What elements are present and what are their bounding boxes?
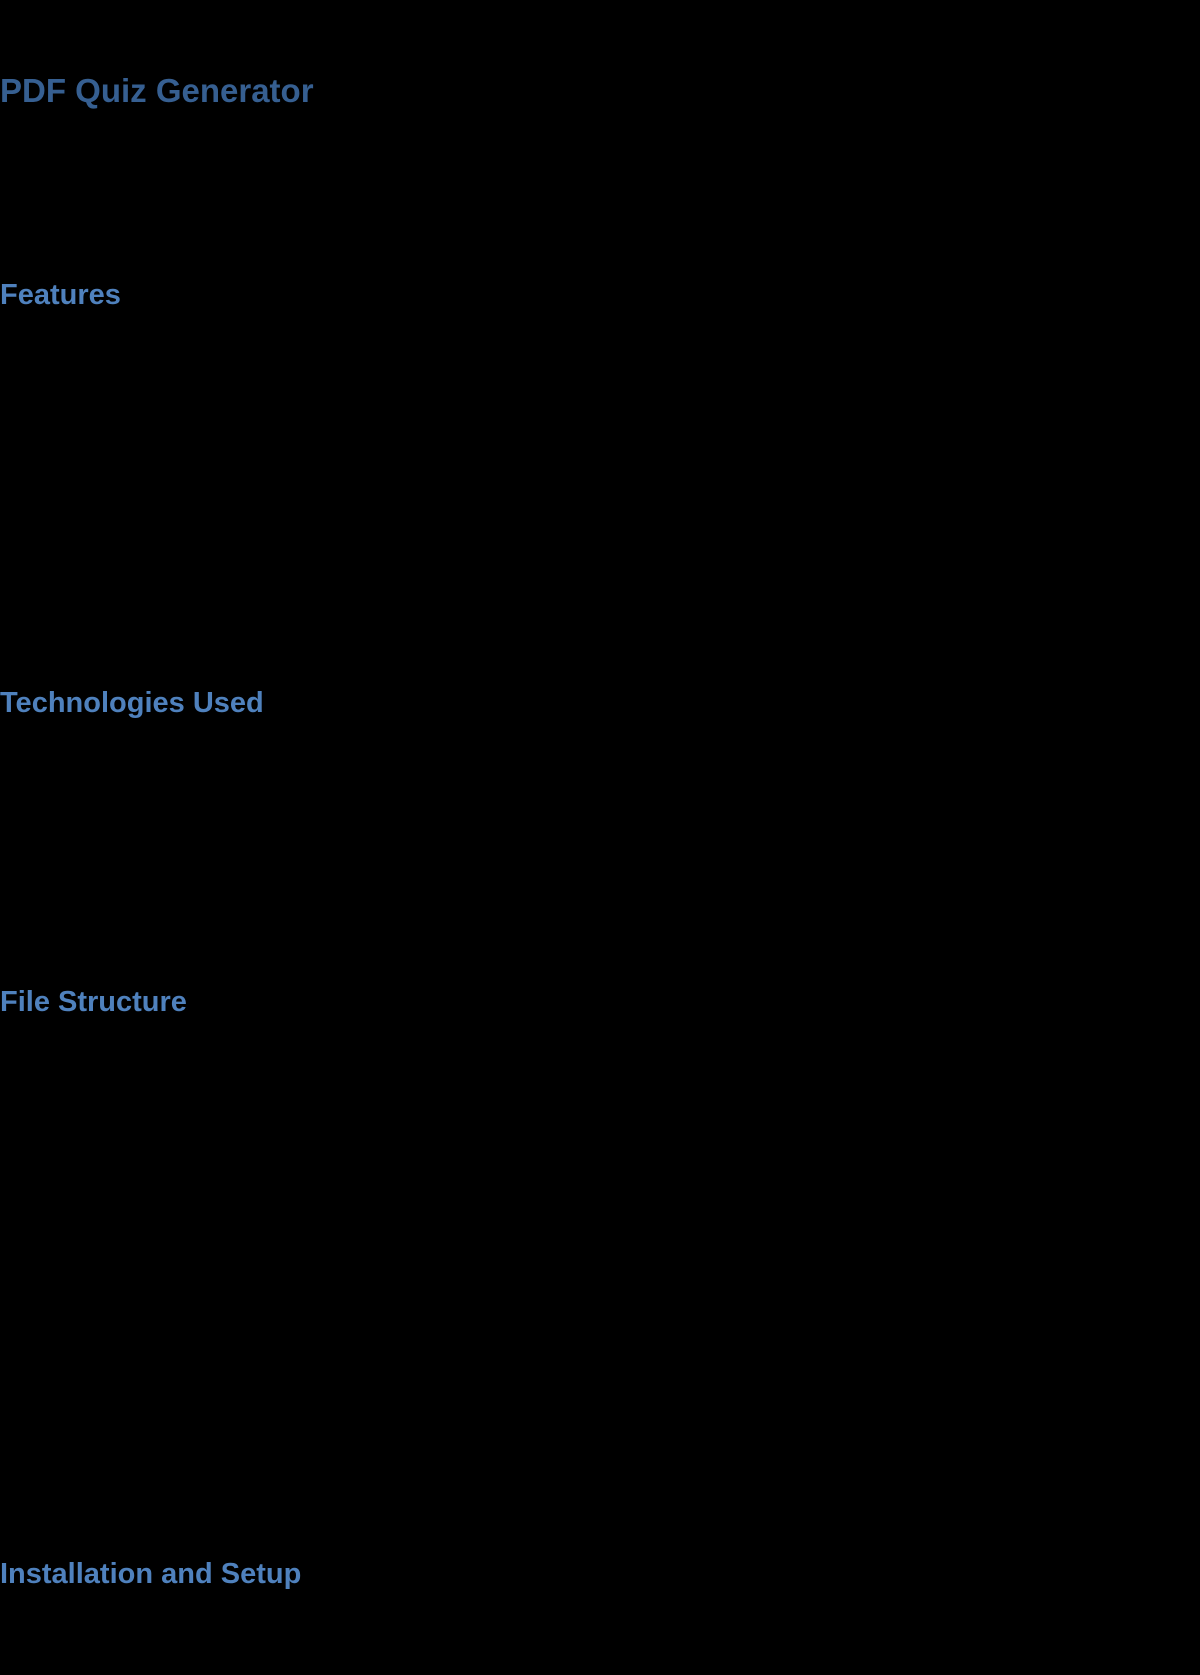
section-heading-features: Features [0,279,121,311]
document-page: PDF Quiz Generator Features Technologies… [0,0,1200,1675]
section-heading-technologies-used: Technologies Used [0,687,264,719]
section-heading-installation-and-setup: Installation and Setup [0,1558,302,1590]
document-title: PDF Quiz Generator [0,72,314,109]
section-heading-file-structure: File Structure [0,986,187,1018]
